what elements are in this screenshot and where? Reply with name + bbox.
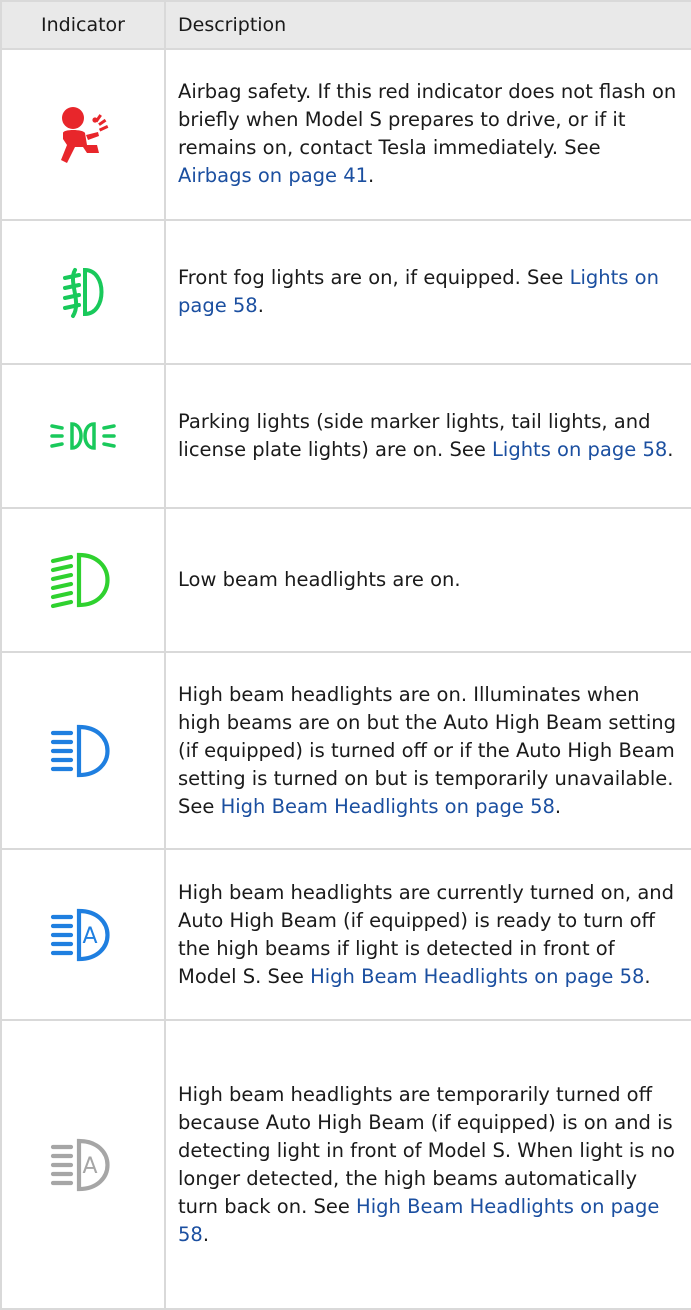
description-end: .	[202, 1222, 210, 1246]
high-beam-headlights-link[interactable]: High Beam Headlights on page 58	[221, 795, 555, 818]
description-end: .	[667, 437, 674, 461]
svg-text:A: A	[82, 1154, 97, 1179]
indicator-cell: A	[0, 848, 166, 1022]
lights-link[interactable]: Lights on page 58	[492, 438, 667, 461]
table-row: Front fog lights are on, if equipped. Se…	[0, 218, 691, 365]
auto-high-beam-icon: A	[50, 908, 110, 961]
table-row: Airbag safety. If this red indicator doe…	[0, 48, 691, 221]
airbags-link[interactable]: Airbags on page 41	[178, 164, 368, 187]
high-beam-icon	[50, 724, 110, 777]
table-row: A High beam headlights are currently tur…	[0, 848, 691, 1022]
table-row: Low beam headlights are on.	[0, 506, 691, 654]
table-header-row: Indicator Description	[0, 0, 691, 50]
auto-high-beam-off-icon: A	[50, 1138, 110, 1191]
high-beam-headlights-link[interactable]: High Beam Headlights on page 58	[310, 965, 644, 988]
indicator-cell: A	[0, 1019, 166, 1310]
description-cell: High beam headlights are temporarily tur…	[164, 1019, 691, 1310]
indicator-cell	[0, 218, 166, 365]
airbag-icon	[61, 107, 109, 164]
description-text: Low beam headlights are on.	[178, 567, 461, 591]
description-cell: Parking lights (side marker lights, tail…	[164, 362, 691, 509]
indicator-table: Indicator Description Airbag safety. If …	[0, 0, 691, 1310]
table-row: Parking lights (side marker lights, tail…	[0, 362, 691, 509]
description-end: .	[644, 964, 651, 988]
indicator-cell	[0, 48, 166, 221]
description-text: Airbag safety. If this red indicator doe…	[178, 80, 677, 160]
description-end: .	[257, 293, 264, 317]
description-cell: Low beam headlights are on.	[164, 506, 691, 654]
description-cell: Front fog lights are on, if equipped. Se…	[164, 218, 691, 365]
description-column-header: Description	[164, 0, 691, 50]
parking-lights-icon	[50, 421, 116, 450]
description-cell: High beam headlights are on. Illuminates…	[164, 651, 691, 851]
indicator-cell	[0, 651, 166, 851]
indicator-cell	[0, 506, 166, 654]
description-cell: High beam headlights are currently turne…	[164, 848, 691, 1022]
table-row: High beam headlights are on. Illuminates…	[0, 651, 691, 851]
svg-text:A: A	[82, 924, 97, 949]
indicator-column-header: Indicator	[0, 0, 166, 50]
front-fog-light-icon	[63, 267, 104, 318]
table-row: A High beam headlights are temporarily t…	[0, 1019, 691, 1310]
description-cell: Airbag safety. If this red indicator doe…	[164, 48, 691, 221]
indicator-cell	[0, 362, 166, 509]
description-end: .	[368, 164, 375, 188]
description-text: Front fog lights are on, if equipped. Se…	[178, 265, 570, 289]
low-beam-icon	[50, 552, 110, 609]
description-end: .	[554, 794, 562, 818]
